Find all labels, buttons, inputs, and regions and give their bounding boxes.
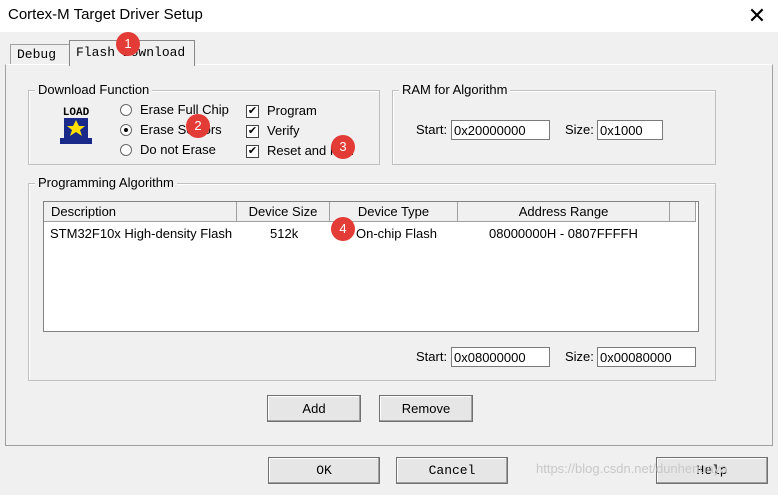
erase-full-chip-radio[interactable]: [120, 104, 132, 116]
ok-button[interactable]: OK: [268, 457, 380, 484]
add-button[interactable]: Add: [267, 395, 361, 422]
load-icon-text: LOAD: [63, 107, 90, 119]
cancel-button[interactable]: Cancel: [396, 457, 508, 484]
watermark-text: https://blog.csdn.net/dunhenuaya: [536, 461, 728, 476]
column-header-filler: [670, 202, 696, 222]
annotation-badge-4: 4: [331, 217, 355, 241]
ram-start-field[interactable]: 0x20000000: [451, 120, 550, 140]
column-header-device-size[interactable]: Device Size: [237, 202, 330, 222]
close-icon[interactable]: ✕: [742, 1, 772, 31]
programming-algorithm-legend: Programming Algorithm: [35, 175, 177, 190]
column-header-address-range[interactable]: Address Range: [458, 202, 670, 222]
row-description: STM32F10x High-density Flash: [50, 226, 233, 241]
table-row[interactable]: STM32F10x High-density Flash 512k On-chi…: [44, 225, 668, 243]
program-label[interactable]: Program: [267, 103, 317, 118]
ram-size-label: Size:: [565, 122, 594, 137]
verify-label[interactable]: Verify: [267, 123, 300, 138]
download-function-legend: Download Function: [35, 82, 153, 97]
row-device-size: 512k: [270, 226, 299, 241]
do-not-erase-label[interactable]: Do not Erase: [140, 142, 216, 157]
algo-size-label: Size:: [565, 349, 594, 364]
annotation-badge-1: 1: [116, 32, 140, 56]
algorithm-list[interactable]: Description Device Size Device Type Addr…: [43, 201, 699, 332]
erase-full-chip-label[interactable]: Erase Full Chip: [140, 102, 229, 117]
algo-start-label: Start:: [416, 349, 448, 364]
remove-button[interactable]: Remove: [379, 395, 473, 422]
window-title: Cortex-M Target Driver Setup: [8, 6, 203, 23]
column-header-description[interactable]: Description: [44, 202, 237, 222]
row-device-type: On-chip Flash: [356, 226, 437, 241]
title-bar: Cortex-M Target Driver Setup ✕: [0, 0, 778, 32]
program-checkbox[interactable]: ✔: [246, 105, 259, 118]
row-address-range: 08000000H - 0807FFFFH: [489, 226, 638, 241]
ram-for-algorithm-legend: RAM for Algorithm: [399, 82, 511, 97]
annotation-badge-2: 2: [186, 114, 210, 138]
ram-size-field[interactable]: 0x1000: [597, 120, 663, 140]
ram-start-label: Start:: [416, 122, 448, 137]
reset-and-run-checkbox[interactable]: ✔: [246, 145, 259, 158]
algo-start-field[interactable]: 0x08000000: [451, 347, 550, 367]
annotation-badge-3: 3: [331, 135, 355, 159]
tab-debug[interactable]: Debug: [10, 44, 74, 65]
load-icon: LOAD: [55, 104, 97, 146]
erase-sectors-radio[interactable]: [120, 124, 132, 136]
verify-checkbox[interactable]: ✔: [246, 125, 259, 138]
algo-size-field[interactable]: 0x00080000: [597, 347, 696, 367]
do-not-erase-radio[interactable]: [120, 144, 132, 156]
